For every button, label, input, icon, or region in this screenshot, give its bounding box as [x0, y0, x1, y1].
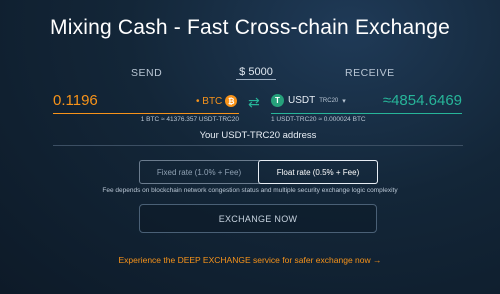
fixed-rate-option[interactable]: Fixed rate (1.0% + Fee) [140, 161, 258, 183]
send-label: SEND [131, 67, 163, 79]
send-underline [53, 113, 239, 114]
receive-rate: 1 USDT-TRC20 ≈ 0.000024 BTC [271, 116, 366, 123]
chevron-down-icon: ▾ [342, 97, 346, 105]
swap-icon[interactable]: ⇄ [248, 94, 260, 111]
receive-amount: ≈4854.6469 [382, 92, 462, 109]
usd-amount[interactable]: $ 5000 [236, 66, 276, 80]
send-coin-name: • BTC [196, 95, 223, 107]
btc-icon: ₿ [225, 95, 238, 107]
address-input[interactable]: Your USDT-TRC20 address [53, 130, 463, 146]
float-rate-option[interactable]: Float rate (0.5% + Fee) [258, 160, 378, 184]
rate-toggle: Fixed rate (1.0% + Fee) Float rate (0.5%… [139, 160, 378, 184]
deep-exchange-link[interactable]: Experience the DEEP EXCHANGE service for… [0, 255, 500, 265]
receive-coin-name: USDT [288, 95, 316, 106]
usdt-icon: T [271, 94, 284, 107]
fee-note: Fee depends on blockchain network conges… [102, 187, 398, 194]
page-title: Mixing Cash - Fast Cross-chain Exchange [50, 16, 450, 39]
exchange-now-button[interactable]: EXCHANGE NOW [139, 204, 377, 233]
send-coin-selector[interactable]: • BTC ₿ [196, 95, 238, 107]
send-rate: 1 BTC ≈ 41376.357 USDT-TRC20 [140, 116, 239, 123]
receive-network: TRC20 [319, 97, 339, 104]
receive-coin-selector[interactable]: T USDT TRC20 ▾ [271, 94, 346, 107]
receive-underline [271, 113, 462, 114]
receive-label: RECEIVE [345, 67, 395, 79]
send-amount-input[interactable]: 0.1196 [53, 92, 98, 109]
